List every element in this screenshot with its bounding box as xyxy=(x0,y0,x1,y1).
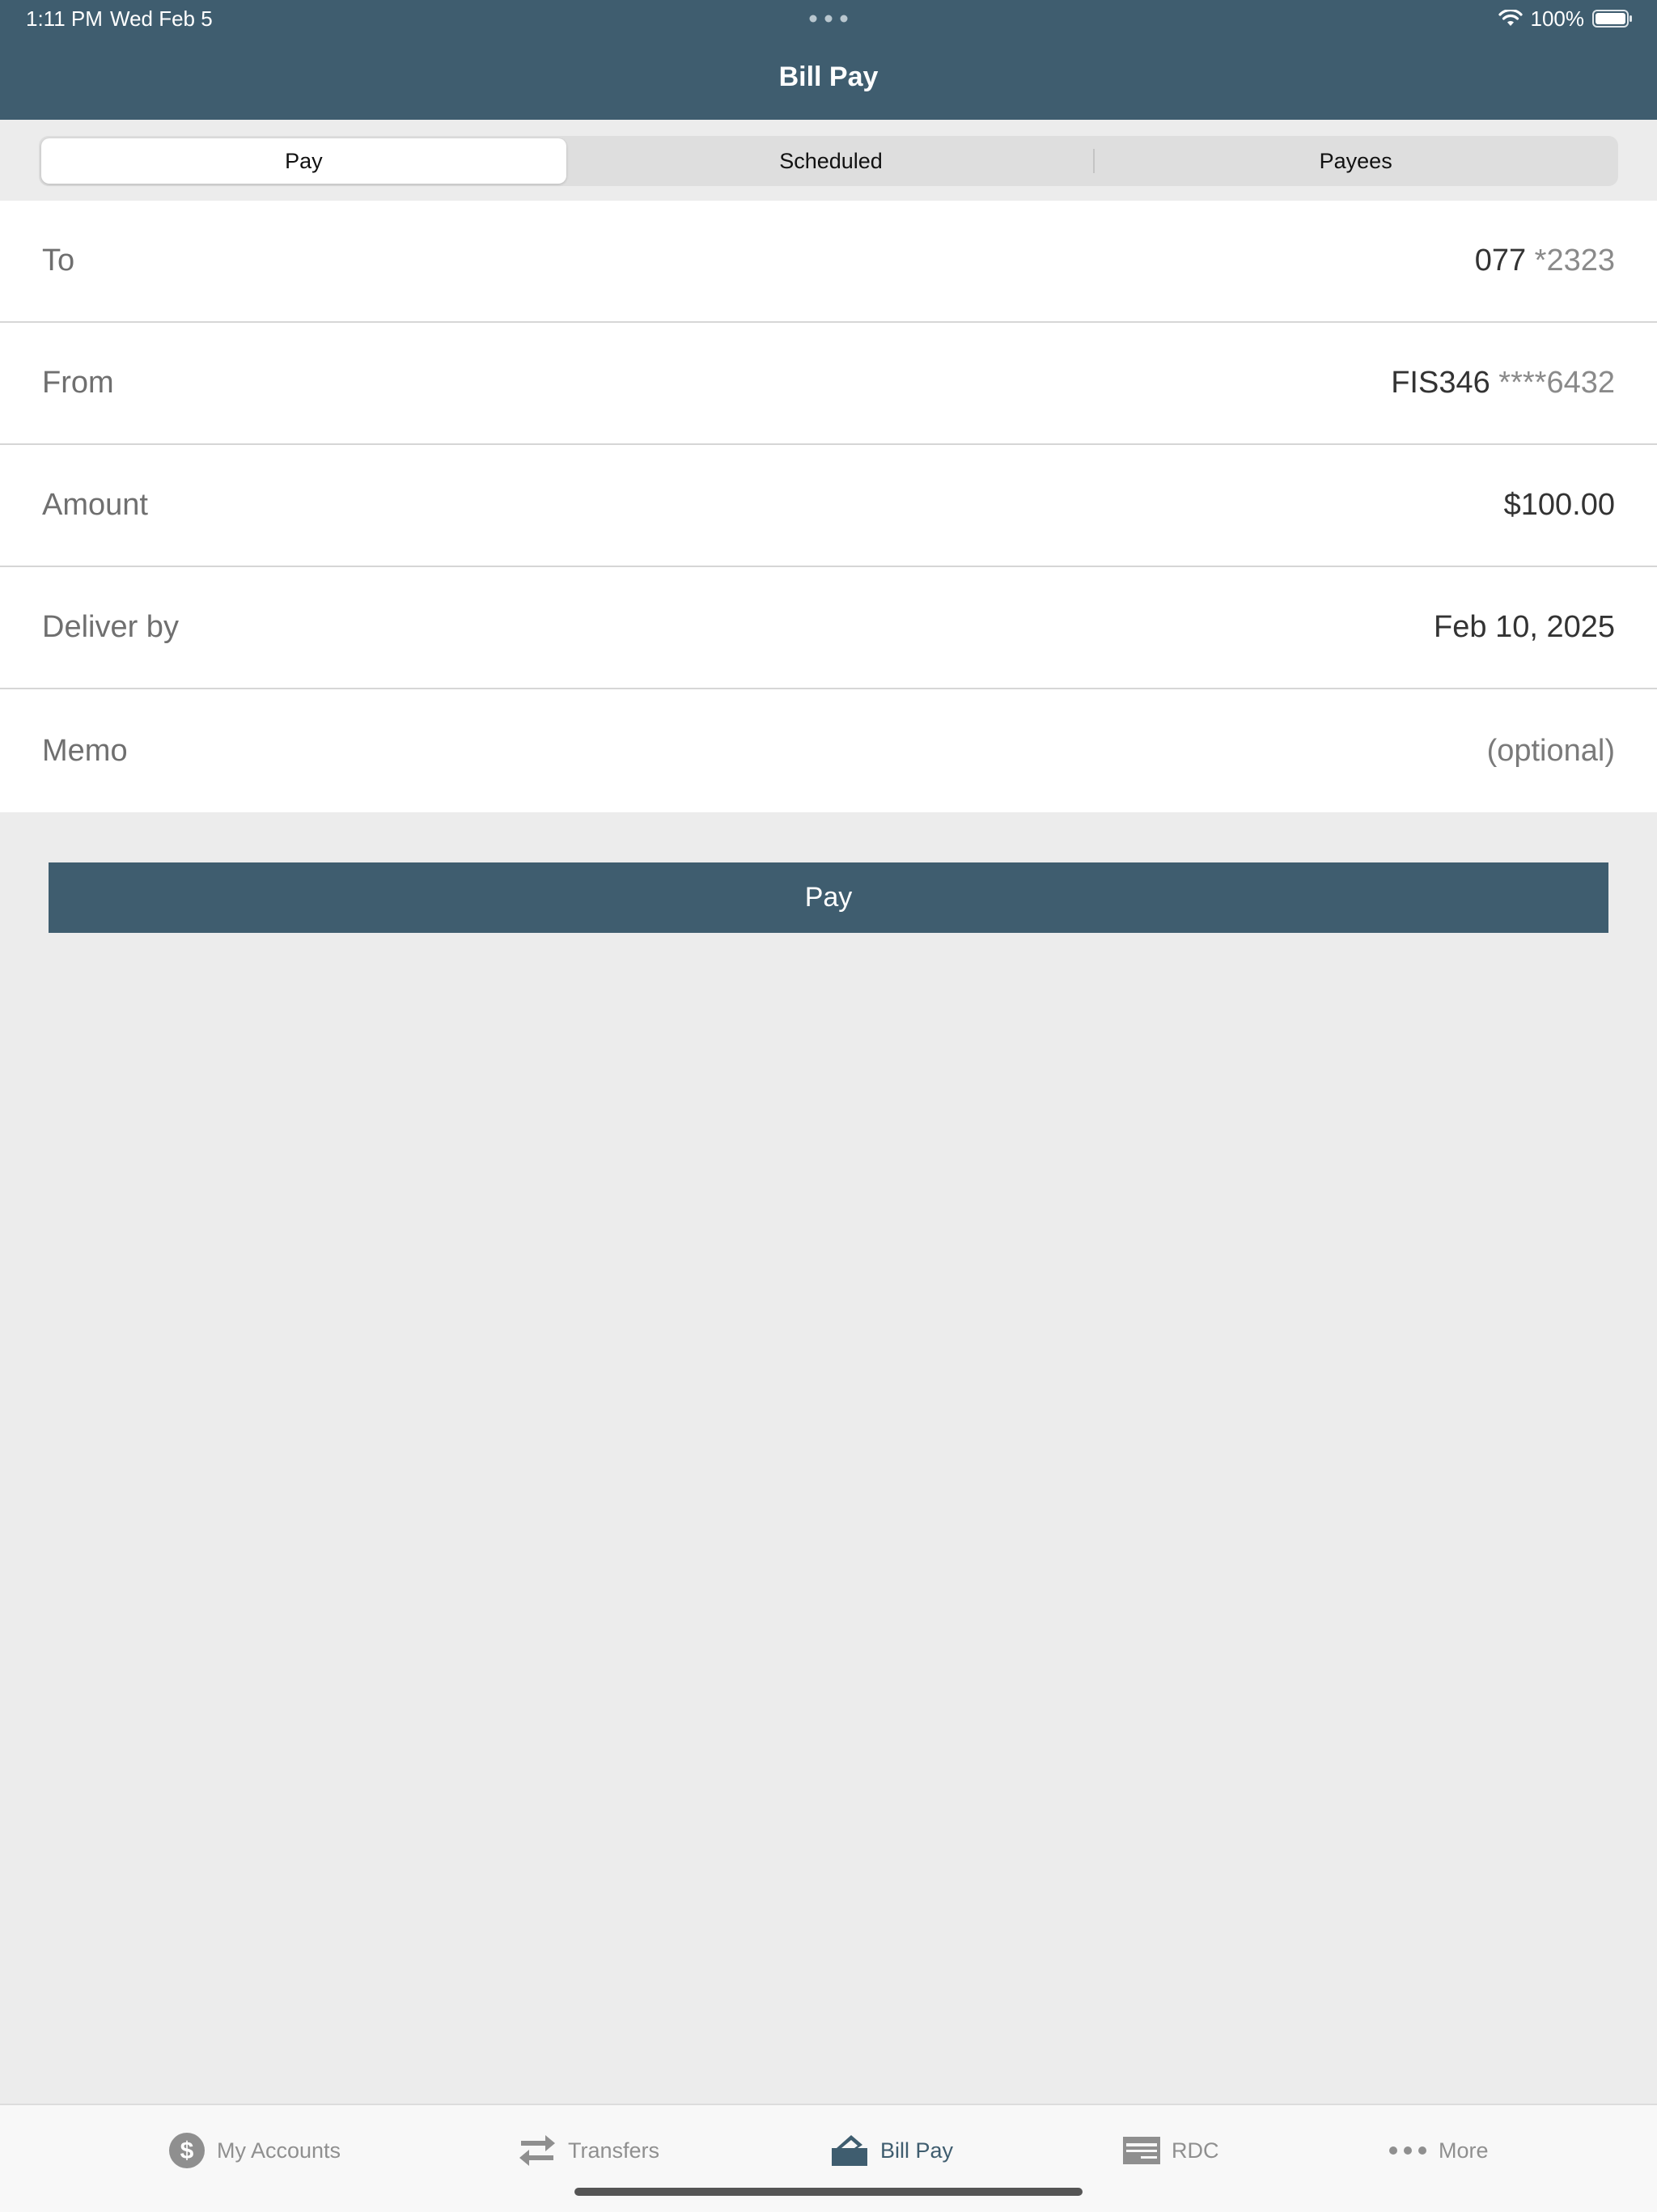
from-account-mask: ****6432 xyxy=(1490,366,1615,400)
bill-pay-icon xyxy=(832,2135,867,2166)
from-value: FIS346 ****6432 xyxy=(1391,366,1615,400)
to-label: To xyxy=(42,244,75,278)
segmented-control: Pay Scheduled Payees xyxy=(39,136,1618,186)
amount-value: $100.00 xyxy=(1503,488,1615,522)
deliver-by-label: Deliver by xyxy=(42,610,179,644)
battery-icon xyxy=(1592,10,1632,28)
deliver-by-row[interactable]: Deliver by Feb 10, 2025 xyxy=(0,567,1657,689)
status-indicators: 100% xyxy=(1498,5,1634,32)
segment-scheduled[interactable]: Scheduled xyxy=(569,136,1094,186)
tab-transfers[interactable]: Transfers xyxy=(518,2128,659,2173)
bill-pay-form: To 077 *2323 From FIS346 ****6432 Amount… xyxy=(0,201,1657,812)
deliver-by-value: Feb 10, 2025 xyxy=(1434,610,1615,644)
segment-payees[interactable]: Payees xyxy=(1093,136,1618,186)
tab-label-bill-pay: Bill Pay xyxy=(880,2138,954,2163)
from-label: From xyxy=(42,366,114,400)
multitasking-dots-icon[interactable] xyxy=(809,15,848,23)
amount-label: Amount xyxy=(42,488,148,522)
from-account-name: FIS346 xyxy=(1391,366,1490,400)
segment-bar: Pay Scheduled Payees xyxy=(0,120,1657,201)
tab-bill-pay[interactable]: Bill Pay xyxy=(830,2128,953,2173)
to-account-mask: *2323 xyxy=(1526,244,1615,278)
dollar-circle-icon: $ xyxy=(169,2133,205,2168)
tab-rdc[interactable]: RDC xyxy=(1123,2128,1219,2173)
tab-label-my-accounts: My Accounts xyxy=(217,2138,341,2163)
check-icon xyxy=(1123,2137,1160,2164)
tab-label-more: More xyxy=(1439,2138,1489,2163)
transfer-arrows-icon xyxy=(519,2135,555,2166)
page-title: Bill Pay xyxy=(778,61,879,92)
status-date: Wed Feb 5 xyxy=(110,6,213,31)
tab-my-accounts[interactable]: $ My Accounts xyxy=(168,2128,341,2173)
pay-button[interactable]: Pay xyxy=(49,862,1608,933)
tab-label-transfers: Transfers xyxy=(568,2138,660,2163)
memo-label: Memo xyxy=(42,733,128,768)
status-time: 1:11 PM xyxy=(26,6,103,31)
tab-label-rdc: RDC xyxy=(1172,2138,1219,2163)
amount-row[interactable]: Amount $100.00 xyxy=(0,445,1657,567)
segment-pay[interactable]: Pay xyxy=(41,138,566,184)
memo-placeholder[interactable]: (optional) xyxy=(1487,734,1615,769)
to-row[interactable]: To 077 *2323 xyxy=(0,201,1657,323)
memo-row[interactable]: Memo (optional) xyxy=(0,689,1657,812)
home-indicator[interactable] xyxy=(574,2188,1083,2196)
to-payee-name: 077 xyxy=(1474,244,1527,278)
to-value: 077 *2323 xyxy=(1475,244,1615,278)
battery-percent: 100% xyxy=(1530,6,1585,31)
wifi-icon xyxy=(1498,10,1523,26)
tab-more[interactable]: More xyxy=(1388,2128,1489,2173)
svg-text:$: $ xyxy=(180,2138,194,2164)
from-row[interactable]: From FIS346 ****6432 xyxy=(0,323,1657,445)
more-dots-icon xyxy=(1389,2146,1426,2155)
header: 1:11 PM Wed Feb 5 100% Bill Pay xyxy=(0,0,1657,120)
